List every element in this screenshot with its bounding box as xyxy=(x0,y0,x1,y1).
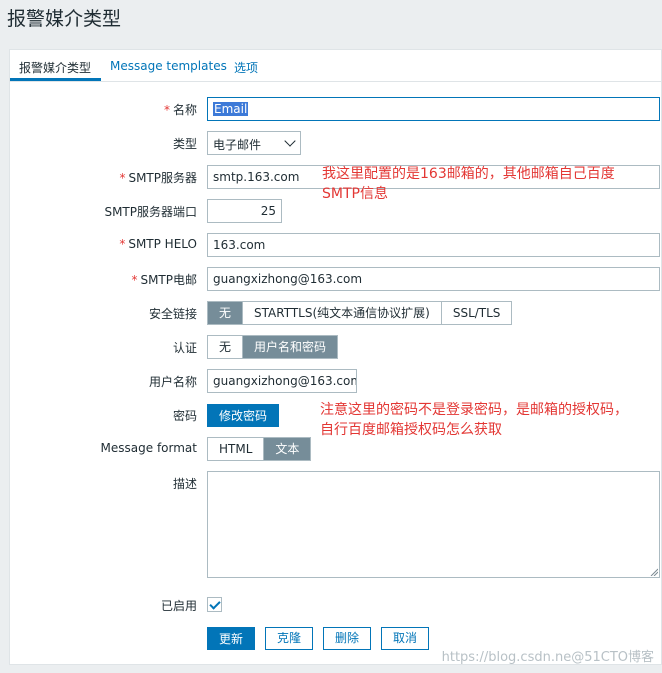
password-label: 密码 xyxy=(172,409,197,423)
annotation-line: 我这里配置的是163邮箱的，其他邮箱自己百度 xyxy=(322,166,615,182)
clone-button[interactable]: 克隆 xyxy=(265,627,313,650)
smtp-server-label: * SMTP服务器 xyxy=(119,171,197,185)
chevron-down-icon xyxy=(284,135,296,147)
security-option-starttls[interactable]: STARTTLS(纯文本通信协议扩展) xyxy=(243,302,442,324)
description-textarea[interactable] xyxy=(207,471,660,578)
annotation-line: SMTP信息 xyxy=(322,186,388,202)
smtp-port-input[interactable]: 25 xyxy=(207,199,282,223)
security-label: 安全链接 xyxy=(148,307,197,321)
smtp-annotation: 我这里配置的是163邮箱的，其他邮箱自己百度 SMTP信息 xyxy=(322,164,615,204)
page-title: 报警媒介类型 xyxy=(7,8,122,30)
smtp-email-label: * SMTP电邮 xyxy=(131,273,197,287)
required-marker: * xyxy=(119,237,126,251)
watermark: https://blog.csdn.ne@51CTO博客 xyxy=(441,650,654,665)
smtp-email-input[interactable]: guangxizhong@163.com xyxy=(207,267,660,291)
security-option-none[interactable]: 无 xyxy=(208,302,244,324)
type-select[interactable]: 电子邮件 xyxy=(207,131,301,155)
name-label: * 名称 xyxy=(163,103,197,117)
cancel-button[interactable]: 取消 xyxy=(381,627,429,650)
auth-label: 认证 xyxy=(172,341,197,355)
security-segmented-control: 无 STARTTLS(纯文本通信协议扩展) SSL/TLS xyxy=(207,301,513,325)
change-password-button[interactable]: 修改密码 xyxy=(207,404,279,427)
name-input[interactable]: Email xyxy=(207,97,660,121)
username-label: 用户名称 xyxy=(148,375,197,389)
format-option-html[interactable]: HTML xyxy=(208,438,265,460)
active-tab-indicator xyxy=(10,78,101,81)
description-label: 描述 xyxy=(172,477,197,491)
tab-media-type[interactable]: 报警媒介类型 xyxy=(19,59,91,76)
type-select-value: 电子邮件 xyxy=(213,138,262,152)
enabled-checkbox[interactable] xyxy=(207,597,222,612)
annotation-line: 注意这里的密码不是登录密码，是邮箱的授权码， xyxy=(320,402,628,418)
username-input[interactable]: guangxizhong@163.com xyxy=(207,369,357,393)
update-button[interactable]: 更新 xyxy=(207,627,255,650)
required-marker: * xyxy=(163,103,170,117)
resize-grip-icon[interactable] xyxy=(650,568,658,576)
auth-option-none[interactable]: 无 xyxy=(208,336,244,358)
password-annotation: 注意这里的密码不是登录密码，是邮箱的授权码， 自行百度邮箱授权码怎么获取 xyxy=(320,400,628,440)
enabled-label: 已启用 xyxy=(160,599,197,613)
auth-option-password[interactable]: 用户名和密码 xyxy=(243,336,338,358)
tab-options[interactable]: 选项 xyxy=(234,59,258,76)
message-format-segmented-control: HTML 文本 xyxy=(207,437,312,461)
required-marker: * xyxy=(119,171,126,185)
smtp-helo-input[interactable]: 163.com xyxy=(207,233,660,257)
required-marker: * xyxy=(131,273,138,287)
delete-button[interactable]: 删除 xyxy=(323,627,371,650)
message-format-label: Message format xyxy=(100,441,197,455)
security-option-ssltls[interactable]: SSL/TLS xyxy=(442,302,512,324)
smtp-helo-label: * SMTP HELO xyxy=(119,237,197,251)
name-input-value: Email xyxy=(213,102,249,116)
annotation-line: 自行百度邮箱授权码怎么获取 xyxy=(320,422,502,438)
auth-segmented-control: 无 用户名和密码 xyxy=(207,335,339,359)
smtp-port-label: SMTP服务器端口 xyxy=(104,205,197,219)
tab-message-templates[interactable]: Message templates xyxy=(110,59,227,73)
tab-bar: 报警媒介类型 Message templates 选项 xyxy=(10,50,661,82)
checkmark-icon xyxy=(209,598,221,610)
type-label: 类型 xyxy=(172,137,197,151)
format-option-text[interactable]: 文本 xyxy=(264,438,311,460)
